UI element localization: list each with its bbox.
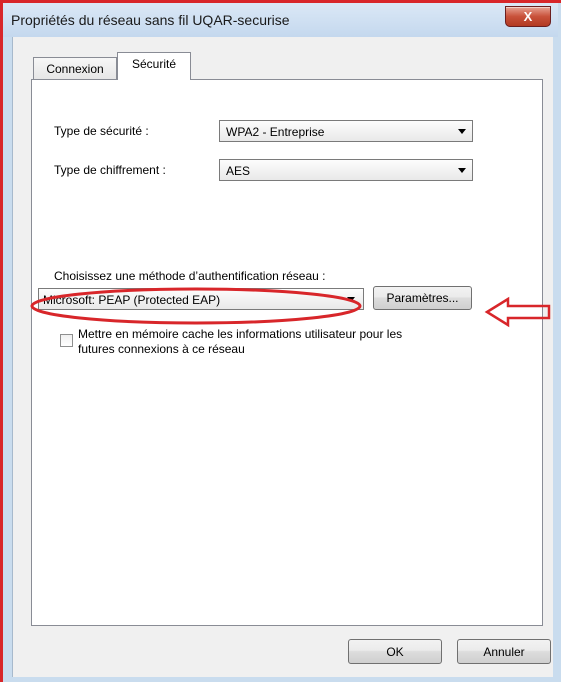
auth-method-dropdown[interactable]: Microsoft: PEAP (Protected EAP) — [38, 288, 364, 310]
tab-connexion-label: Connexion — [46, 62, 104, 76]
security-type-value: WPA2 - Entreprise — [226, 125, 325, 139]
security-type-label: Type de sécurité : — [54, 124, 149, 138]
ok-button[interactable]: OK — [348, 639, 442, 664]
auth-settings-button[interactable]: Paramètres... — [373, 286, 472, 310]
title-bar[interactable]: Propriétés du réseau sans fil UQAR-secur… — [3, 3, 558, 37]
encryption-type-dropdown[interactable]: AES — [219, 159, 473, 181]
dialog-window: Propriétés du réseau sans fil UQAR-secur… — [0, 0, 561, 682]
encryption-type-label: Type de chiffrement : — [54, 163, 166, 177]
tab-securite[interactable]: Sécurité — [117, 52, 191, 80]
chevron-down-icon — [458, 129, 466, 134]
window-title: Propriétés du réseau sans fil UQAR-secur… — [11, 12, 290, 28]
chevron-down-icon — [347, 297, 355, 302]
auth-method-label: Choisissez une méthode d’authentificatio… — [54, 269, 326, 283]
cache-credentials-label-line1: Mettre en mémoire cache les informations… — [78, 327, 403, 341]
chevron-down-icon — [458, 168, 466, 173]
cache-credentials-label-line2: futures connexions à ce réseau — [78, 342, 245, 356]
auth-method-value: Microsoft: PEAP (Protected EAP) — [43, 293, 221, 307]
annotation-border-left — [0, 0, 3, 682]
dialog-client-area: Connexion Sécurité Type de sécurité : WP… — [12, 37, 553, 677]
security-tab-panel: Type de sécurité : WPA2 - Entreprise Typ… — [31, 79, 543, 626]
ok-label: OK — [386, 644, 404, 659]
close-icon: X — [523, 9, 533, 24]
tab-connexion[interactable]: Connexion — [33, 57, 117, 80]
encryption-type-value: AES — [226, 164, 251, 178]
cancel-label: Annuler — [483, 644, 525, 659]
security-type-dropdown[interactable]: WPA2 - Entreprise — [219, 120, 473, 142]
cache-credentials-checkbox[interactable] — [60, 334, 73, 347]
auth-settings-label: Paramètres... — [386, 291, 459, 305]
close-button[interactable]: X — [505, 6, 551, 27]
cancel-button[interactable]: Annuler — [457, 639, 551, 664]
tab-securite-label: Sécurité — [131, 57, 177, 71]
